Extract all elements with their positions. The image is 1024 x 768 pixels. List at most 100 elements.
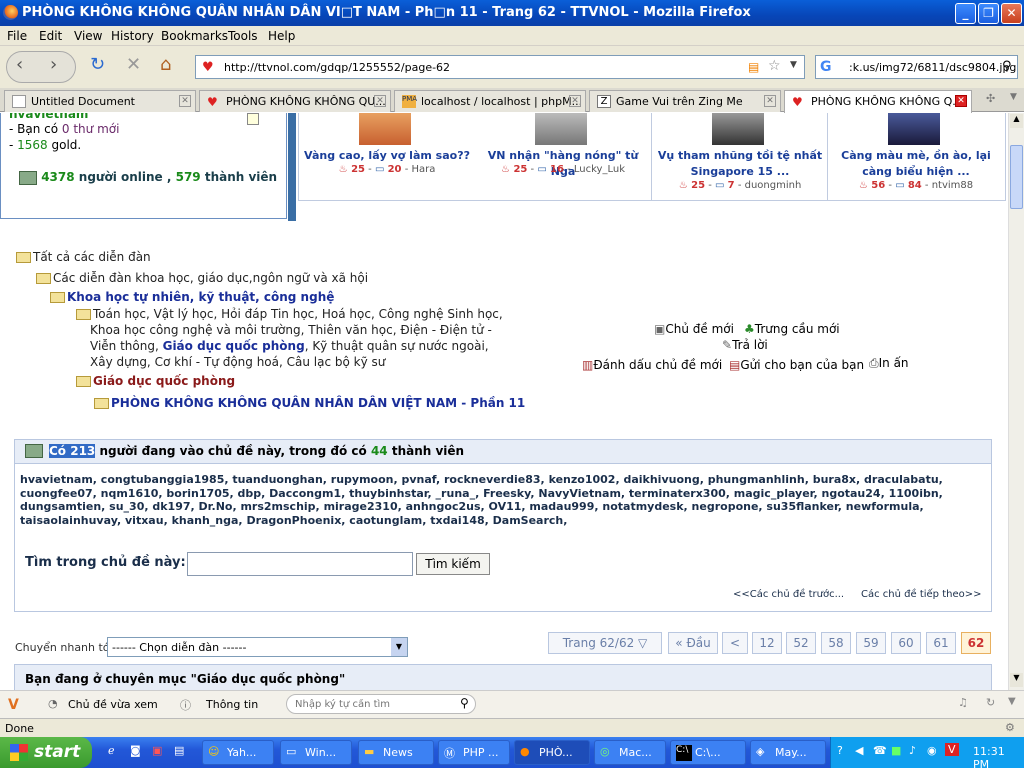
task-mac[interactable]: ◎ Mac... [594,740,666,765]
news-title[interactable]: Vàng cao, lấy vợ làm sao?? [299,148,475,164]
news-thumbnail[interactable] [535,113,587,145]
task-news[interactable]: ▬ News [358,740,434,765]
url-dropdown-icon[interactable]: ▼ [790,60,797,70]
stop-icon[interactable]: ✕ [126,54,141,75]
volume-icon[interactable]: ♪ [909,744,916,757]
quicklaunch-icon[interactable]: ◙ [130,744,141,757]
news-card[interactable]: VN nhận "hàng nóng" từ Nga ♨ 25 - ▭ 16 -… [475,113,651,201]
note-icon[interactable] [247,113,259,125]
v-logo-icon[interactable]: V [8,697,19,713]
tab-close-icon[interactable]: ✕ [374,95,386,107]
news-thumbnail[interactable] [712,113,764,145]
start-button[interactable]: start [0,737,92,768]
page-link[interactable]: 60 [891,632,921,654]
v-tray-icon[interactable]: V [945,743,959,756]
forward-icon[interactable]: › [50,54,57,75]
task-cmd[interactable]: C:\ C:\... [670,740,746,765]
help-icon[interactable]: ? [837,744,843,757]
network-icon[interactable]: ☎ [873,744,887,757]
menu-tools[interactable]: Tools [228,29,258,43]
tree-current-thread[interactable]: PHÒNG KHÔNG KHÔNG QUÂN NHÂN DÂN VIỆT NAM… [111,396,525,410]
username[interactable]: hvavietnam [9,113,88,121]
tab-menu-icon[interactable]: ▼ [1010,92,1017,102]
recent-topics-button[interactable]: Chủ đề vừa xem [68,698,158,711]
page-link[interactable]: 58 [821,632,851,654]
tree-level1[interactable]: Các diễn đàn khoa học, giáo dục,ngôn ngữ… [53,271,368,285]
refresh-icon[interactable]: ↻ [986,696,995,709]
tab-phong-khong[interactable]: ♥ PHÒNG KHÔNG KHÔNG QU... ✕ [199,90,391,112]
tray-icon-2[interactable]: ◉ [927,744,937,757]
tree-subforums-line2[interactable]: Khoa học công nghệ và môi trường, Thiên … [90,322,492,338]
send-to-friend-action[interactable]: ▤Gửi cho bạn của bạn [729,358,864,372]
antivirus-icon[interactable]: ■ [891,744,901,757]
resize-grip-icon[interactable]: ⚙ [1005,721,1015,734]
page-info-dropdown[interactable]: Trang 62/62 ▽ [548,632,662,654]
task-yahoo[interactable]: ☺ Yah... [202,740,274,765]
desktop-icon[interactable]: ▤ [174,744,184,757]
tab-close-icon[interactable]: ✕ [569,95,581,107]
tab-close-icon[interactable]: ✕ [764,95,776,107]
minimize-button[interactable]: _ [955,3,976,24]
rss-icon[interactable]: ▤ [748,60,759,74]
forum-jump-select[interactable]: ------ Chọn diễn đàn ------ ▼ [107,637,408,657]
chevron-down-icon[interactable]: ▼ [1008,696,1016,707]
back-icon[interactable]: ‹ [16,54,23,75]
news-thumbnail[interactable] [888,113,940,145]
news-thumbnail[interactable] [359,113,411,145]
tab-phong-khong-active[interactable]: ♥ PHÒNG KHÔNG KHÔNG Q... ✕ [784,90,972,113]
scroll-down-arrow[interactable]: ▼ [1010,673,1023,687]
page-link[interactable]: 59 [856,632,886,654]
search-bar[interactable]: G :k.us/img72/6811/dsc9804.jpg ⚲ [815,55,1018,79]
thread-search-input[interactable] [187,552,413,576]
task-php[interactable]: Ⓜ PHP ... [438,740,510,765]
home-icon[interactable]: ⌂ [160,54,171,75]
print-action[interactable]: ⎙In ấn [869,356,909,371]
thread-search-button[interactable]: Tìm kiếm [416,553,490,575]
reply-action[interactable]: ✎Trả lời [722,338,768,352]
close-window-button[interactable]: ✕ [1001,3,1022,24]
task-vmware[interactable]: ◈ May... [750,740,826,765]
scroll-thumb[interactable] [1010,145,1023,209]
news-card[interactable]: Càng màu mè, ồn ào, lại càng biểu hiện .… [827,113,1003,201]
news-card[interactable]: Vàng cao, lấy vợ làm sao?? ♨ 25 - ▭ 20 -… [299,113,475,201]
media-icon[interactable]: ▣ [152,744,162,757]
menu-bookmarks[interactable]: Bookmarks [161,29,228,43]
tab-zing-me[interactable]: Z Game Vui trên Zing Me ✕ [589,90,781,112]
tab-close-icon[interactable]: ✕ [179,95,191,107]
tab-untitled[interactable]: Untitled Document ✕ [4,90,196,112]
tree-root[interactable]: Tất cả các diễn đàn [33,250,151,264]
page-link[interactable]: 12 [752,632,782,654]
page-link[interactable]: 61 [926,632,956,654]
tab-list-icon[interactable]: ✣ [986,92,995,105]
new-poll-action[interactable]: ♣Trưng cầu mới [744,322,840,336]
bookmark-star-icon[interactable]: ☆ [768,58,781,74]
online-users-list[interactable]: hvavietnam, congtubanggia1985, tuanduong… [20,473,988,527]
menu-view[interactable]: View [74,29,102,43]
prev-page-link[interactable]: < [722,632,748,654]
task-firefox[interactable]: ● PHÒ... [514,740,590,765]
first-page-link[interactable]: « Đầu [668,632,718,654]
tray-icon[interactable]: ◀ [855,744,863,757]
tab-phpmyadmin[interactable]: PMA localhost / localhost | phpM... ✕ [394,90,586,112]
news-title[interactable]: Vụ tham nhũng tồi tệ nhất Singapore 15 .… [652,148,828,180]
page-link[interactable]: 52 [786,632,816,654]
menu-help[interactable]: Help [268,29,295,43]
next-topics-link[interactable]: Các chủ đề tiếp theo>> [861,589,981,600]
maximize-button[interactable]: ❐ [978,3,999,24]
tree-subforums-line1[interactable]: Toán học, Vật lý học, Hỏi đáp Tin học, H… [93,307,503,321]
menu-file[interactable]: File [7,29,27,43]
addon-search-input[interactable] [286,694,476,714]
tree-level4[interactable]: Giáo dục quốc phòng [93,374,235,388]
ie-icon[interactable]: ℯ [108,744,115,757]
vertical-scrollbar[interactable]: ▲ ▼ [1008,113,1024,690]
menu-edit[interactable]: Edit [39,29,62,43]
menu-history[interactable]: History [111,29,154,43]
scroll-up-arrow[interactable]: ▲ [1010,114,1023,128]
bell-icon[interactable]: ♫ [958,696,968,709]
tab-close-icon[interactable]: ✕ [955,95,967,107]
chevron-down-icon[interactable]: ▼ [391,638,407,656]
tree-level2[interactable]: Khoa học tự nhiên, kỹ thuật, công nghệ [67,290,334,304]
tree-subforums-line4[interactable]: Xây dựng, Cơ khí - Tự động hoá, Câu lạc … [90,354,385,370]
new-topic-action[interactable]: ▣Chủ đề mới [654,322,734,336]
prev-topics-link[interactable]: <<Các chủ đề trước... [733,589,844,600]
